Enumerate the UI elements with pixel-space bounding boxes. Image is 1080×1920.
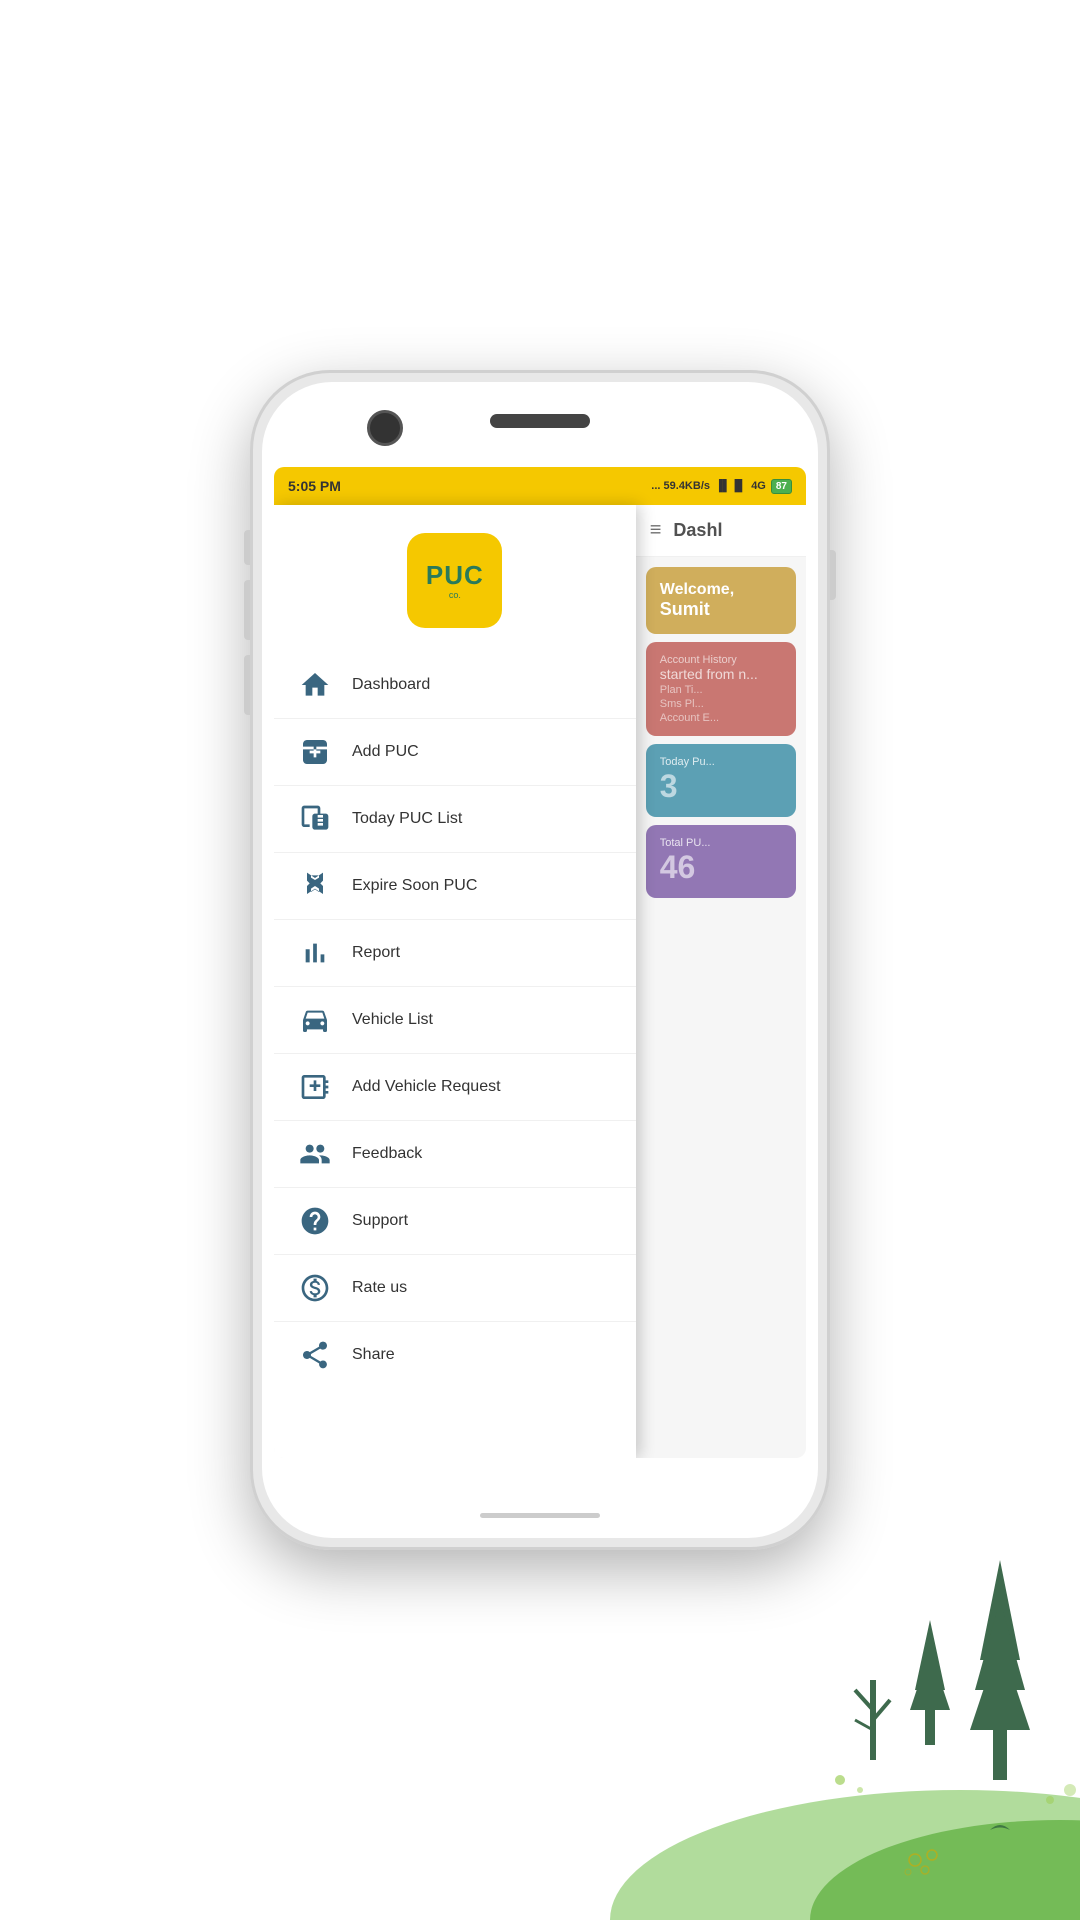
support-icon [296,1202,334,1240]
nav-item-expire-soon[interactable]: Expire Soon PUC [274,853,636,920]
welcome-greeting: Welcome, [660,581,782,599]
total-puc-label: Total PU... [660,837,782,849]
logo-text: PUC [426,562,484,588]
account-history-label: Account History [660,654,782,666]
home-icon [296,666,334,704]
nav-label-today-puc: Today PUC List [352,810,462,828]
network-type: 4G [751,480,766,492]
dashboard-background: ≡ Dashl Welcome, Sumit Account History s… [636,505,806,1458]
status-bar: 5:05 PM ... 59.4KB/s ▐▌▐▌ 4G 87 [274,467,806,505]
nav-item-add-vehicle[interactable]: Add Vehicle Request [274,1054,636,1121]
vehicle-icon [296,1001,334,1039]
logo-area: PUC co. [274,505,636,652]
nav-label-vehicle-list: Vehicle List [352,1011,433,1029]
nav-item-share[interactable]: Share [274,1322,636,1388]
add-vehicle-icon [296,1068,334,1106]
content-area: PUC co. Dashboard [274,505,806,1458]
nav-label-add-puc: Add PUC [352,743,419,761]
nav-label-report: Report [352,944,400,962]
list-icon [296,800,334,838]
nav-item-vehicle-list[interactable]: Vehicle List [274,987,636,1054]
share-icon [296,1336,334,1374]
nav-item-add-puc[interactable]: Add PUC [274,719,636,786]
nav-item-today-puc[interactable]: Today PUC List [274,786,636,853]
nav-item-report[interactable]: Report [274,920,636,987]
today-puc-count: 3 [660,768,782,805]
nav-label-add-vehicle: Add Vehicle Request [352,1078,501,1096]
today-puc-card: Today Pu... 3 [646,744,796,817]
account-history-text: started from n... [660,666,782,682]
nav-label-feedback: Feedback [352,1145,422,1163]
home-bar [480,1513,600,1518]
feedback-icon [296,1135,334,1173]
plan-info: Plan Ti... [660,684,782,696]
nav-label-share: Share [352,1346,395,1364]
nav-item-feedback[interactable]: Feedback [274,1121,636,1188]
signal-icon: ▐▌▐▌ [715,480,746,492]
user-name: Sumit [660,599,782,620]
status-time: 5:05 PM [288,478,341,494]
nav-label-support: Support [352,1212,408,1230]
dashboard-header: ≡ Dashl [636,505,806,557]
nav-label-dashboard: Dashboard [352,676,430,694]
total-puc-count: 46 [660,849,782,886]
camera [367,410,403,446]
volume-up-button [244,530,250,565]
rate-icon [296,1269,334,1307]
phone-bezel: 5:05 PM ... 59.4KB/s ▐▌▐▌ 4G 87 [262,382,818,1538]
welcome-card: Welcome, Sumit [646,567,796,634]
add-puc-icon [296,733,334,771]
app-logo: PUC co. [407,533,502,628]
speaker [490,414,590,428]
account-e: Account E... [660,712,782,724]
network-speed: ... 59.4KB/s [651,480,710,492]
dashboard-title: Dashl [673,520,722,541]
total-puc-card: Total PU... 46 [646,825,796,898]
report-icon [296,934,334,972]
hamburger-icon[interactable]: ≡ [650,519,662,542]
volume-down-button [244,580,250,640]
nav-label-expire-soon: Expire Soon PUC [352,877,477,895]
today-puc-label: Today Pu... [660,756,782,768]
battery-indicator: 87 [771,479,792,494]
screen: 5:05 PM ... 59.4KB/s ▐▌▐▌ 4G 87 [274,467,806,1458]
nav-item-support[interactable]: Support [274,1188,636,1255]
expire-icon [296,867,334,905]
silent-button [244,655,250,715]
logo-subtitle: co. [449,590,461,600]
account-history-card: Account History started from n... Plan T… [646,642,796,736]
phone-shell: 5:05 PM ... 59.4KB/s ▐▌▐▌ 4G 87 [250,370,830,1550]
nav-item-dashboard[interactable]: Dashboard [274,652,636,719]
sms-plan: Sms Pl... [660,698,782,710]
status-icons: ... 59.4KB/s ▐▌▐▌ 4G 87 [651,479,792,494]
nav-label-rate-us: Rate us [352,1279,407,1297]
navigation-drawer: PUC co. Dashboard [274,505,636,1458]
power-button [830,550,836,600]
nav-item-rate-us[interactable]: Rate us [274,1255,636,1322]
